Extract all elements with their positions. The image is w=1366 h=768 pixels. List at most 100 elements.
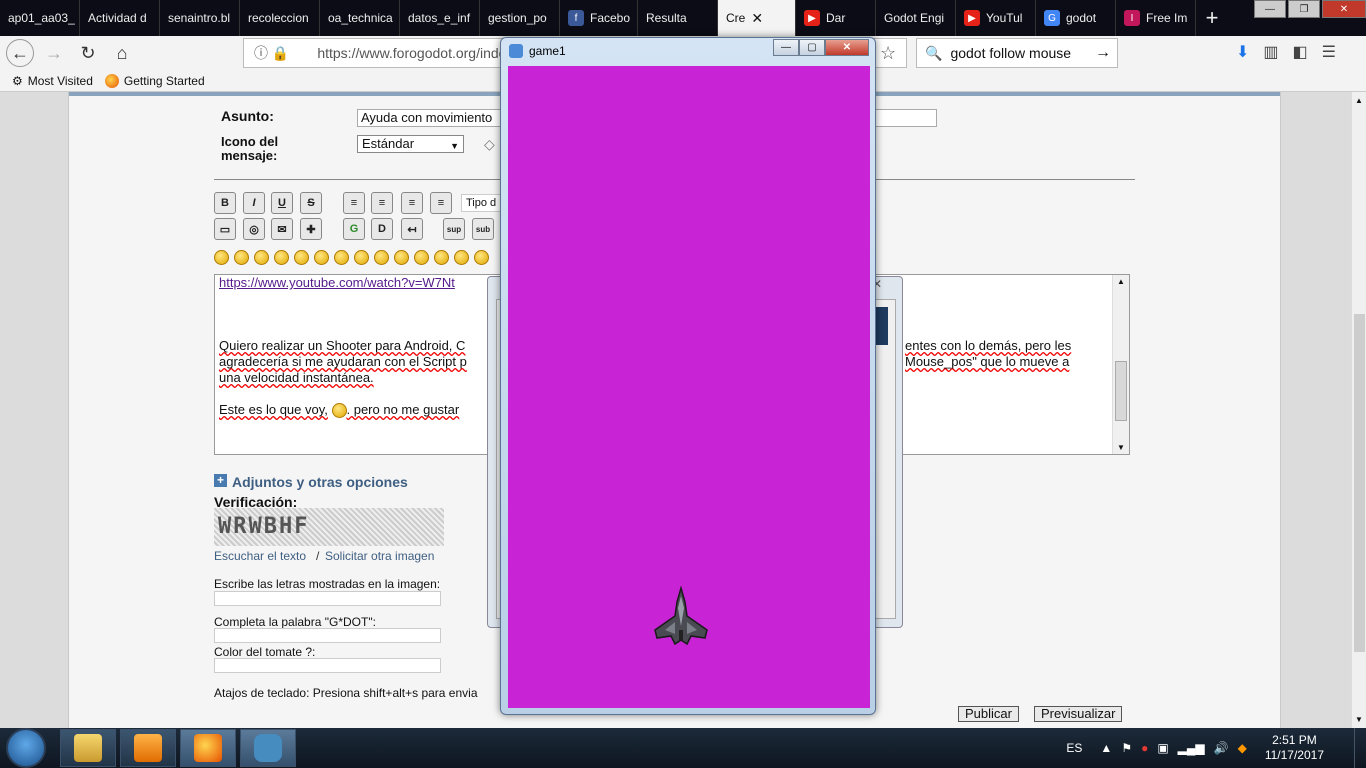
scroll-thumb[interactable]	[1115, 361, 1127, 421]
smiley-icon[interactable]	[214, 250, 229, 265]
tab-close-icon[interactable]: ✕	[751, 10, 763, 27]
smiley-icon[interactable]	[454, 250, 469, 265]
globe-link-icon[interactable]: ◎	[243, 218, 265, 240]
smiley-icon[interactable]	[314, 250, 329, 265]
menu-icon[interactable]: ☰	[1322, 42, 1336, 62]
download-icon[interactable]: ⬇	[1236, 42, 1249, 62]
sidebar-icon[interactable]: ◧	[1293, 42, 1308, 62]
scroll-down-icon[interactable]: ▼	[1355, 715, 1363, 724]
bookmark-getting-started[interactable]: Getting Started	[104, 73, 205, 88]
device-icon[interactable]: ▣	[1157, 741, 1168, 755]
preview-button[interactable]: Previsualizar	[1034, 706, 1123, 722]
editor-link[interactable]: https://www.youtube.com/watch?v=W7Nt	[219, 275, 455, 290]
smiley-icon[interactable]	[374, 250, 389, 265]
smiley-icon[interactable]	[234, 250, 249, 265]
restore-button[interactable]: ❐	[1288, 0, 1320, 18]
browser-tab[interactable]: Godot Engi	[876, 0, 956, 36]
indent-button[interactable]: ↤	[401, 218, 423, 240]
game-canvas[interactable]	[508, 66, 870, 708]
font-type-select[interactable]: Tipo d	[461, 194, 501, 212]
minimize-button[interactable]: —	[1254, 0, 1286, 18]
tomato-answer-input[interactable]	[214, 658, 441, 673]
new-tab-button[interactable]: +	[1196, 0, 1228, 36]
browser-tab[interactable]: f Facebo	[560, 0, 638, 36]
browser-tab[interactable]: oa_technica	[320, 0, 400, 36]
taskbar-firefox[interactable]	[180, 729, 236, 767]
smiley-icon[interactable]	[354, 250, 369, 265]
bold-button[interactable]: B	[214, 192, 236, 214]
listen-link[interactable]: Escuchar el texto	[214, 549, 306, 563]
smiley-icon[interactable]	[474, 250, 489, 265]
align-justify-button[interactable]: ≡	[371, 192, 393, 214]
underline-button[interactable]: U	[271, 192, 293, 214]
expand-icon[interactable]: +	[214, 474, 227, 487]
smiley-icon[interactable]	[394, 250, 409, 265]
smiley-icon[interactable]	[414, 250, 429, 265]
browser-tab[interactable]: ▶ Dar	[796, 0, 876, 36]
message-icon-select[interactable]: Estándar ▼	[357, 135, 464, 153]
image-button[interactable]: ▭	[214, 218, 236, 240]
scroll-thumb[interactable]	[1354, 314, 1365, 652]
captcha-answer-input[interactable]	[214, 591, 441, 606]
browser-tab[interactable]: Ggodot	[1036, 0, 1116, 36]
scroll-up-icon[interactable]: ▲	[1117, 277, 1125, 286]
browser-tab[interactable]: Cre ✕	[718, 0, 796, 36]
back-button[interactable]: ←	[6, 39, 34, 67]
align-left-button[interactable]: ≡	[343, 192, 365, 214]
antivirus-icon[interactable]: ●	[1141, 741, 1148, 755]
browser-tab[interactable]: Resulta	[638, 0, 718, 36]
language-indicator[interactable]: ES	[1066, 741, 1082, 755]
volume-icon[interactable]: 🔊	[1214, 741, 1229, 755]
forward-button[interactable]: →	[40, 39, 68, 67]
browser-tab[interactable]: senaintro.bl	[160, 0, 240, 36]
smiley-icon[interactable]	[274, 250, 289, 265]
browser-tab[interactable]: I Free Im	[1116, 0, 1196, 36]
show-hidden-icons-icon[interactable]: ▲	[1100, 741, 1112, 755]
godot-answer-input[interactable]	[214, 628, 441, 643]
editor-scrollbar[interactable]: ▲ ▼	[1112, 275, 1129, 454]
browser-tab[interactable]: gestion_po	[480, 0, 560, 36]
minimize-button[interactable]: —	[773, 39, 799, 56]
page-scrollbar[interactable]: ▲ ▼	[1351, 92, 1366, 728]
maximize-button[interactable]: ▢	[799, 39, 825, 56]
close-button[interactable]: ✕	[825, 39, 869, 56]
browser-tab[interactable]: datos_e_inf	[400, 0, 480, 36]
flag-icon[interactable]: ⚑	[1121, 741, 1132, 755]
bookmark-star-icon[interactable]: ☆	[880, 43, 896, 64]
smiley-icon[interactable]	[434, 250, 449, 265]
reload-button[interactable]: ↻	[74, 39, 102, 67]
dailymotion-button[interactable]: D	[371, 218, 393, 240]
another-image-link[interactable]: Solicitar otra imagen	[325, 549, 434, 563]
smiley-icon[interactable]	[294, 250, 309, 265]
italic-button[interactable]: I	[243, 192, 265, 214]
superscript-button[interactable]: sup	[443, 218, 465, 240]
browser-tab[interactable]: recoleccion	[240, 0, 320, 36]
align-right-button[interactable]: ≡	[430, 192, 452, 214]
library-icon[interactable]: ▥	[1263, 42, 1278, 62]
google-button[interactable]: G	[343, 218, 365, 240]
smiley-icon[interactable]	[254, 250, 269, 265]
subscript-button[interactable]: sub	[472, 218, 494, 240]
search-go-icon[interactable]: →	[1095, 44, 1111, 62]
taskbar-explorer[interactable]	[60, 729, 116, 767]
app-tray-icon[interactable]: ◆	[1238, 741, 1247, 755]
scroll-up-icon[interactable]: ▲	[1355, 96, 1363, 105]
strike-button[interactable]: S	[300, 192, 322, 214]
scroll-down-icon[interactable]: ▼	[1117, 443, 1125, 452]
home-button[interactable]: ⌂	[108, 39, 136, 67]
signal-icon[interactable]: ▂▄▆	[1178, 741, 1205, 755]
email-button[interactable]: ✉	[271, 218, 293, 240]
publish-button[interactable]: Publicar	[958, 706, 1019, 722]
attachments-toggle[interactable]: Adjuntos y otras opciones	[232, 474, 408, 490]
browser-tab[interactable]: Actividad d	[80, 0, 160, 36]
close-button[interactable]: ✕	[1322, 0, 1366, 18]
browser-tab[interactable]: ▶ YouTul	[956, 0, 1036, 36]
show-desktop-button[interactable]	[1354, 728, 1366, 768]
smiley-icon[interactable]	[334, 250, 349, 265]
taskbar-godot[interactable]	[240, 729, 296, 767]
taskbar-media-player[interactable]	[120, 729, 176, 767]
attachment-button[interactable]: ✚	[300, 218, 322, 240]
align-center-button[interactable]: ≡	[401, 192, 423, 214]
bookmark-most-visited[interactable]: ⚙ Most Visited	[12, 74, 93, 88]
start-button[interactable]	[6, 728, 46, 768]
